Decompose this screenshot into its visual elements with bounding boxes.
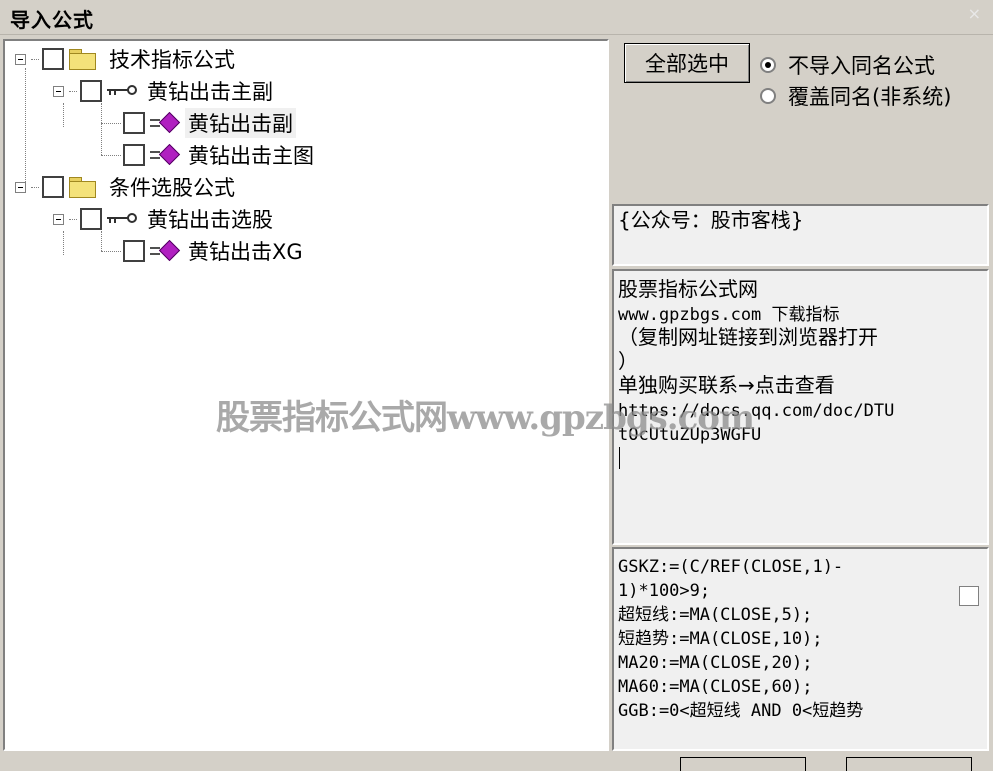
tree-checkbox[interactable]	[123, 240, 145, 262]
formula-icon	[149, 111, 181, 134]
tree-item-label: 技术指标公式	[109, 48, 235, 72]
tree-item-selection-formula[interactable]: 黄钻出击选股	[53, 204, 276, 234]
tree-item-sub[interactable]: 黄钻出击副	[123, 108, 296, 138]
tree-item-tech-indicators[interactable]: 技术指标公式	[15, 44, 238, 74]
tree-connector	[101, 251, 121, 252]
watermark-text: 股票指标公式网www.gpzbgs.com	[216, 398, 755, 438]
tree-connector	[25, 68, 26, 188]
tree-checkbox[interactable]	[42, 176, 64, 198]
radio-button-checked[interactable]	[760, 57, 776, 73]
radio-label: 覆盖同名(非系统)	[788, 85, 952, 109]
key-icon	[106, 83, 138, 99]
radio-no-import[interactable]: 不导入同名公式	[760, 50, 935, 80]
ok-button[interactable]	[680, 757, 806, 771]
collapse-icon[interactable]	[53, 85, 64, 97]
formula-icon	[149, 143, 181, 166]
tree-connector	[101, 123, 121, 124]
text-caret	[619, 447, 620, 469]
tree-checkbox[interactable]	[80, 208, 102, 230]
cancel-button[interactable]	[846, 757, 972, 771]
note-line: 股票指标公式网	[618, 277, 758, 301]
tree-item-main-sub[interactable]: 黄钻出击主副	[53, 76, 276, 106]
code-line: 1)*100>9;	[618, 581, 711, 601]
formula-code-box[interactable]: GSKZ:=(C/REF(CLOSE,1)- 1)*100>9; 超短线:=MA…	[612, 547, 989, 751]
collapse-icon[interactable]	[15, 181, 26, 193]
window-title: 导入公式	[10, 8, 94, 32]
description-text: {公众号：股市客栈}	[618, 208, 804, 232]
code-checkbox[interactable]	[959, 586, 979, 606]
key-icon	[106, 211, 138, 227]
tree-item-main-chart[interactable]: 黄钻出击主图	[123, 140, 317, 170]
collapse-icon[interactable]	[15, 53, 26, 65]
code-line: 短趋势:=MA(CLOSE,10);	[618, 629, 823, 649]
code-line: GSKZ:=(C/REF(CLOSE,1)-	[618, 557, 844, 577]
tree-checkbox[interactable]	[123, 112, 145, 134]
tree-checkbox[interactable]	[42, 48, 64, 70]
code-line: MA60:=MA(CLOSE,60);	[618, 677, 813, 697]
tree-item-label: 黄钻出击XG	[188, 240, 303, 264]
tree-connector	[101, 231, 102, 251]
title-bar: 导入公式 ×	[0, 0, 993, 35]
tree-item-label: 黄钻出击主图	[188, 144, 314, 168]
description-box[interactable]: {公众号：股市客栈}	[612, 204, 989, 266]
close-icon[interactable]: ×	[968, 4, 981, 23]
tree-checkbox[interactable]	[80, 80, 102, 102]
code-line: 超短线:=MA(CLOSE,5);	[618, 605, 813, 625]
tree-connector	[101, 155, 121, 156]
select-all-button[interactable]: 全部选中	[624, 43, 750, 83]
note-line: （复制网址链接到浏览器打开	[618, 325, 878, 349]
tree-item-stock-selection[interactable]: 条件选股公式	[15, 172, 238, 202]
tree-connector	[63, 103, 64, 127]
tree-item-xg[interactable]: 黄钻出击XG	[123, 236, 306, 266]
tree-item-label: 黄钻出击选股	[147, 208, 273, 232]
folder-icon	[68, 48, 96, 70]
tree-item-label: 黄钻出击副	[185, 108, 296, 138]
tree-connector	[101, 103, 102, 155]
formula-icon	[149, 239, 181, 262]
tree-item-label: 黄钻出击主副	[147, 80, 273, 104]
radio-label: 不导入同名公式	[788, 54, 935, 78]
note-line: ）	[618, 349, 638, 373]
code-line: GGB:=0<超短线 AND 0<短趋势	[618, 701, 864, 721]
code-line: MA20:=MA(CLOSE,20);	[618, 653, 813, 673]
radio-button[interactable]	[760, 88, 776, 104]
note-line: www.gpzbgs.com 下载指标	[618, 305, 840, 325]
radio-overwrite[interactable]: 覆盖同名(非系统)	[760, 81, 951, 111]
tree-item-label: 条件选股公式	[109, 176, 235, 200]
folder-icon	[68, 176, 96, 198]
tree-checkbox[interactable]	[123, 144, 145, 166]
tree-connector	[63, 231, 64, 255]
collapse-icon[interactable]	[53, 213, 64, 225]
